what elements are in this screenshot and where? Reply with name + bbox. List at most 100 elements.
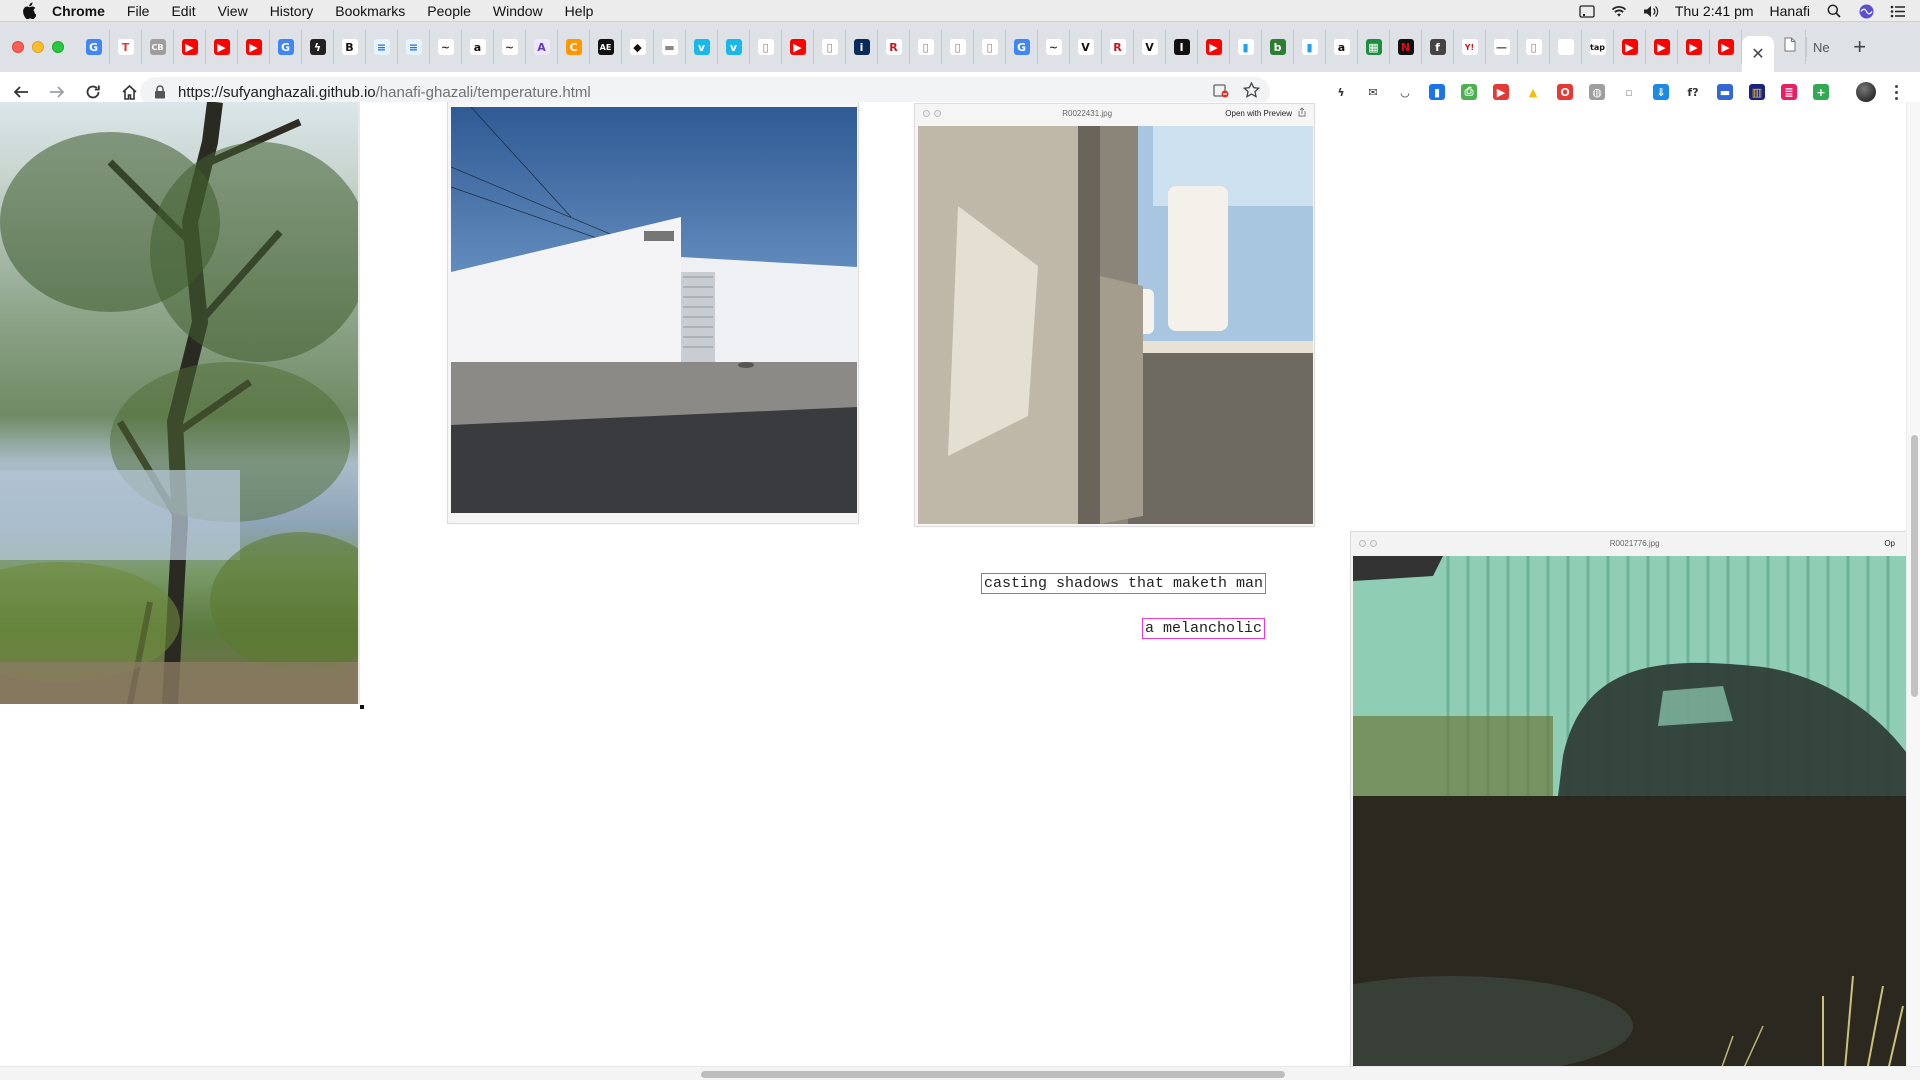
apple-menu-icon[interactable] [20,2,38,20]
pinned-tab[interactable]: G [270,30,302,64]
pinned-tab[interactable]: ▶ [238,30,270,64]
pinned-tab[interactable]: ▦ [1358,30,1390,64]
extension-button[interactable]: ◡ [1394,81,1416,103]
menu-file[interactable]: File [127,3,150,19]
tab-page[interactable] [1774,30,1806,64]
pinned-tab[interactable]: a [462,30,494,64]
siri-icon[interactable] [1858,4,1874,18]
menu-edit[interactable]: Edit [171,3,195,19]
menu-user-name[interactable]: Hanafi [1770,3,1810,19]
pinned-tab[interactable]: ▯ [814,30,846,64]
pinned-tab[interactable]: ~ [430,30,462,64]
extension-button[interactable]: f? [1682,81,1704,103]
pinned-tab[interactable]: A [526,30,558,64]
new-tab-button[interactable]: + [1844,30,1876,64]
pinned-tab[interactable]: ▶ [1614,30,1646,64]
pinned-tab[interactable]: ~ [1038,30,1070,64]
pinned-tab[interactable]: C [558,30,590,64]
pinned-tab[interactable]: I [1166,30,1198,64]
minimize-window-button[interactable] [32,41,44,53]
pinned-tab[interactable]: G [1006,30,1038,64]
pinned-tab[interactable]: ▬ [654,30,686,64]
pinned-tab[interactable]: ≡ [366,30,398,64]
pinned-tab[interactable]: V [1134,30,1166,64]
zoom-window-button[interactable] [52,41,64,53]
pinned-tab[interactable]: Y! [1454,30,1486,64]
pinned-tab[interactable]: CB [142,30,174,64]
pinned-tab[interactable]: ▯ [750,30,782,64]
extension-button[interactable]: ▮ [1426,81,1448,103]
close-window-button[interactable] [12,41,24,53]
menu-people[interactable]: People [427,3,471,19]
pinned-tab[interactable]: V [1070,30,1102,64]
extension-button[interactable]: ▥ [1746,81,1768,103]
extension-button[interactable]: ▫ [1618,81,1640,103]
pinned-tab[interactable]: ≡ [398,30,430,64]
extension-button[interactable]: O [1554,81,1576,103]
close-tab-icon[interactable]: ✕ [1751,44,1764,64]
extension-button[interactable]: ✉ [1362,81,1384,103]
open-with-preview-button-right[interactable]: Op [1884,539,1895,548]
pinned-tab[interactable]: G [78,30,110,64]
pinned-tab[interactable]: N [1390,30,1422,64]
horizontal-scrollbar-thumb[interactable] [701,1071,1285,1078]
pinned-tab[interactable]: ▯ [1518,30,1550,64]
horizontal-scrollbar[interactable] [0,1066,1920,1080]
vertical-scrollbar-thumb[interactable] [1911,435,1918,697]
notification-center-icon[interactable] [1890,4,1906,18]
extension-button[interactable]: + [1810,81,1832,103]
menu-bookmarks[interactable]: Bookmarks [335,3,405,19]
pinned-tab[interactable]: v [718,30,750,64]
pinned-tab[interactable]: ϟ [302,30,334,64]
blocked-content-icon[interactable] [1213,82,1229,102]
bookmark-star-icon[interactable] [1242,81,1261,102]
pinned-tab[interactable]: ▯ [974,30,1006,64]
extension-button[interactable]: ⇓ [1650,81,1672,103]
pinned-tab[interactable]: ▶ [1710,30,1742,64]
menu-window[interactable]: Window [493,3,543,19]
extension-button[interactable]: ▶ [1490,81,1512,103]
menu-app-name[interactable]: Chrome [52,3,105,19]
extension-button[interactable]: ϟ [1330,81,1352,103]
pinned-tab[interactable] [1550,30,1582,64]
extension-button[interactable]: ◍ [1586,81,1608,103]
pinned-tab[interactable]: v [686,30,718,64]
menu-clock[interactable]: Thu 2:41 pm [1675,3,1754,19]
profile-avatar[interactable] [1856,82,1876,102]
pinned-tab[interactable]: — [1486,30,1518,64]
pinned-tab[interactable]: ▶ [782,30,814,64]
chrome-menu-icon[interactable] [1892,81,1900,103]
pinned-tab[interactable]: R [1102,30,1134,64]
menu-help[interactable]: Help [565,3,594,19]
wifi-icon[interactable] [1611,4,1627,18]
volume-icon[interactable] [1643,4,1659,18]
pinned-tab[interactable]: ▶ [206,30,238,64]
pinned-tab[interactable]: a [1326,30,1358,64]
pinned-tab[interactable]: ▯ [910,30,942,64]
pinned-tab[interactable]: tap [1582,30,1614,64]
pinned-tab[interactable]: ▶ [174,30,206,64]
extension-button[interactable]: ▬ [1714,81,1736,103]
lock-icon[interactable] [154,85,166,99]
pinned-tab[interactable]: T [110,30,142,64]
pinned-tab[interactable]: ▶ [1678,30,1710,64]
open-with-preview-button[interactable]: Open with Preview [1225,109,1292,118]
pinned-tab[interactable]: AE [590,30,622,64]
pinned-tab[interactable]: b [1262,30,1294,64]
share-icon[interactable] [1298,107,1306,119]
tab-ne[interactable]: Ne [1806,37,1836,57]
pinned-tab[interactable]: f [1422,30,1454,64]
pinned-tab[interactable]: ~ [494,30,526,64]
menu-history[interactable]: History [270,3,314,19]
extension-button[interactable]: ⎙ [1458,81,1480,103]
pinned-tab[interactable]: ▶ [1198,30,1230,64]
pinned-tab[interactable]: ▮ [1230,30,1262,64]
pinned-tab[interactable]: ▯ [942,30,974,64]
pinned-tab[interactable]: ▮ [1294,30,1326,64]
spotlight-search-icon[interactable] [1826,4,1842,18]
extension-button[interactable]: ▲ [1522,81,1544,103]
active-tab[interactable]: ✕ [1742,36,1774,72]
pinned-tab[interactable]: i [846,30,878,64]
pinned-tab[interactable]: ▶ [1646,30,1678,64]
pinned-tab[interactable]: B [334,30,366,64]
